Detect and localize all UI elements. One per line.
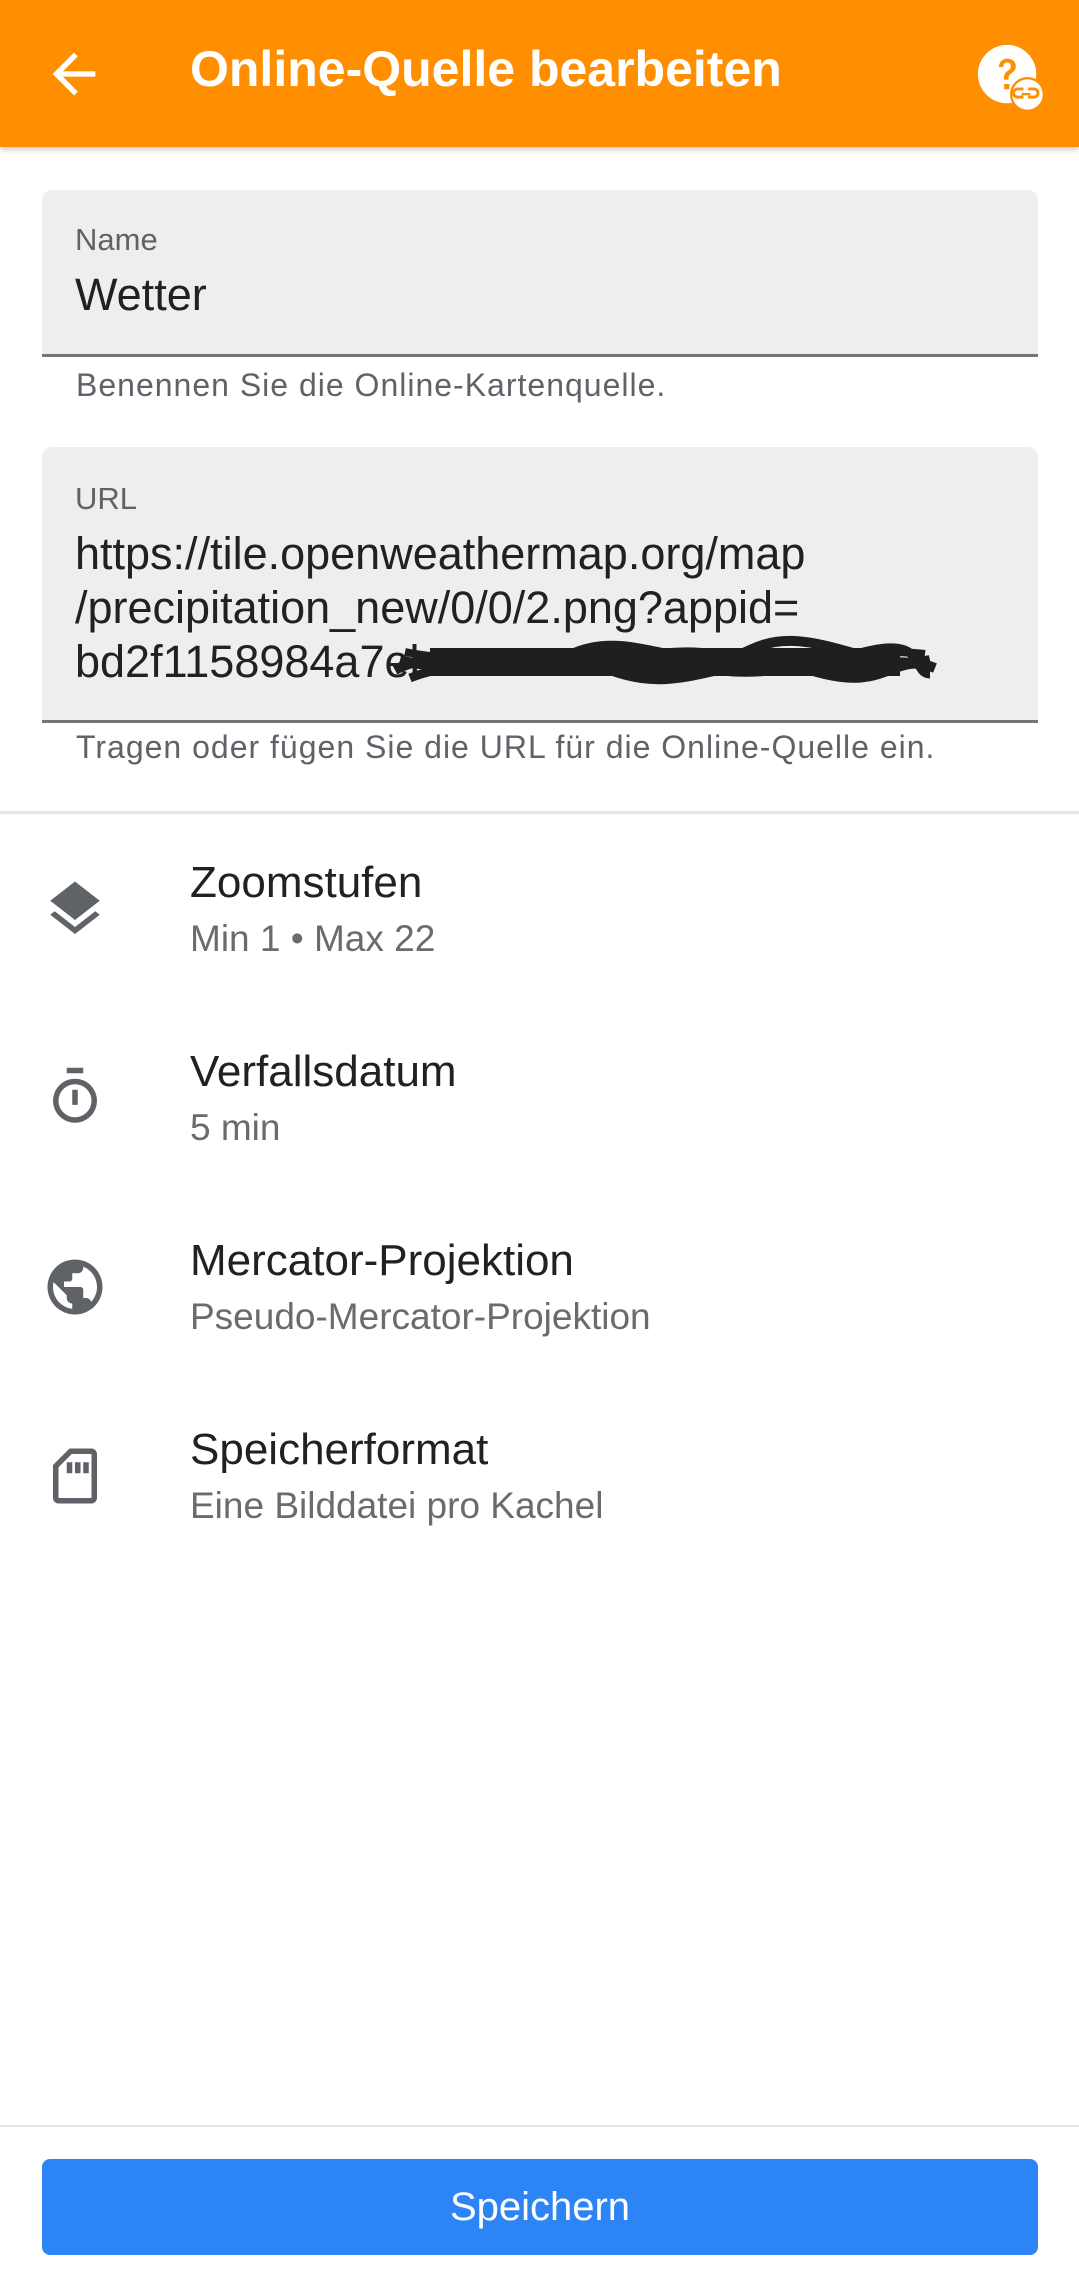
expiration-title: Verfallsdatum bbox=[190, 1047, 457, 1096]
name-field[interactable]: Name Wetter bbox=[42, 190, 1038, 357]
projection-title: Mercator-Projektion bbox=[190, 1236, 574, 1285]
name-helper-text: Benennen Sie die Online-Kartenquelle. bbox=[76, 367, 667, 403]
layers-icon bbox=[50, 881, 100, 934]
help-link-icon[interactable] bbox=[975, 42, 1045, 112]
list-item-zoom-levels[interactable]: Zoomstufen Min 1 • Max 22 bbox=[0, 820, 1079, 1000]
storage-format-value: Eine Bilddatei pro Kachel bbox=[190, 1485, 604, 1526]
page-title: Online-Quelle bearbeiten bbox=[190, 41, 782, 97]
timer-icon bbox=[53, 1067, 97, 1123]
name-field-label: Name bbox=[75, 222, 158, 257]
list-item-expiration[interactable]: Verfallsdatum 5 min bbox=[0, 1009, 1079, 1189]
url-line-1[interactable]: https://tile.openweathermap.org/map bbox=[75, 527, 998, 581]
sd-card-icon bbox=[53, 1448, 97, 1504]
footer-divider bbox=[0, 2125, 1079, 2127]
section-divider bbox=[0, 811, 1079, 814]
name-field-value[interactable]: Wetter bbox=[75, 268, 998, 322]
url-helper-text: Tragen oder fügen Sie die URL für die On… bbox=[76, 729, 936, 765]
list-item-storage-format[interactable]: Speicherformat Eine Bilddatei pro Kachel bbox=[0, 1387, 1079, 1567]
app-bar: Online-Quelle bearbeiten bbox=[0, 0, 1079, 147]
redaction-scribble bbox=[392, 635, 937, 685]
url-line-2[interactable]: /precipitation_new/0/0/2.png?appid= bbox=[75, 581, 998, 635]
projection-value: Pseudo-Mercator-Projektion bbox=[190, 1296, 651, 1337]
list-item-projection[interactable]: Mercator-Projektion Pseudo-Mercator-Proj… bbox=[0, 1198, 1079, 1378]
zoom-levels-value: Min 1 • Max 22 bbox=[190, 918, 436, 959]
save-button[interactable]: Speichern bbox=[42, 2159, 1038, 2255]
url-field-label: URL bbox=[75, 481, 138, 516]
zoom-levels-title: Zoomstufen bbox=[190, 858, 423, 907]
storage-format-title: Speicherformat bbox=[190, 1425, 489, 1474]
expiration-value: 5 min bbox=[190, 1107, 281, 1148]
globe-icon bbox=[47, 1259, 103, 1315]
arrow-left-icon[interactable] bbox=[42, 42, 106, 106]
